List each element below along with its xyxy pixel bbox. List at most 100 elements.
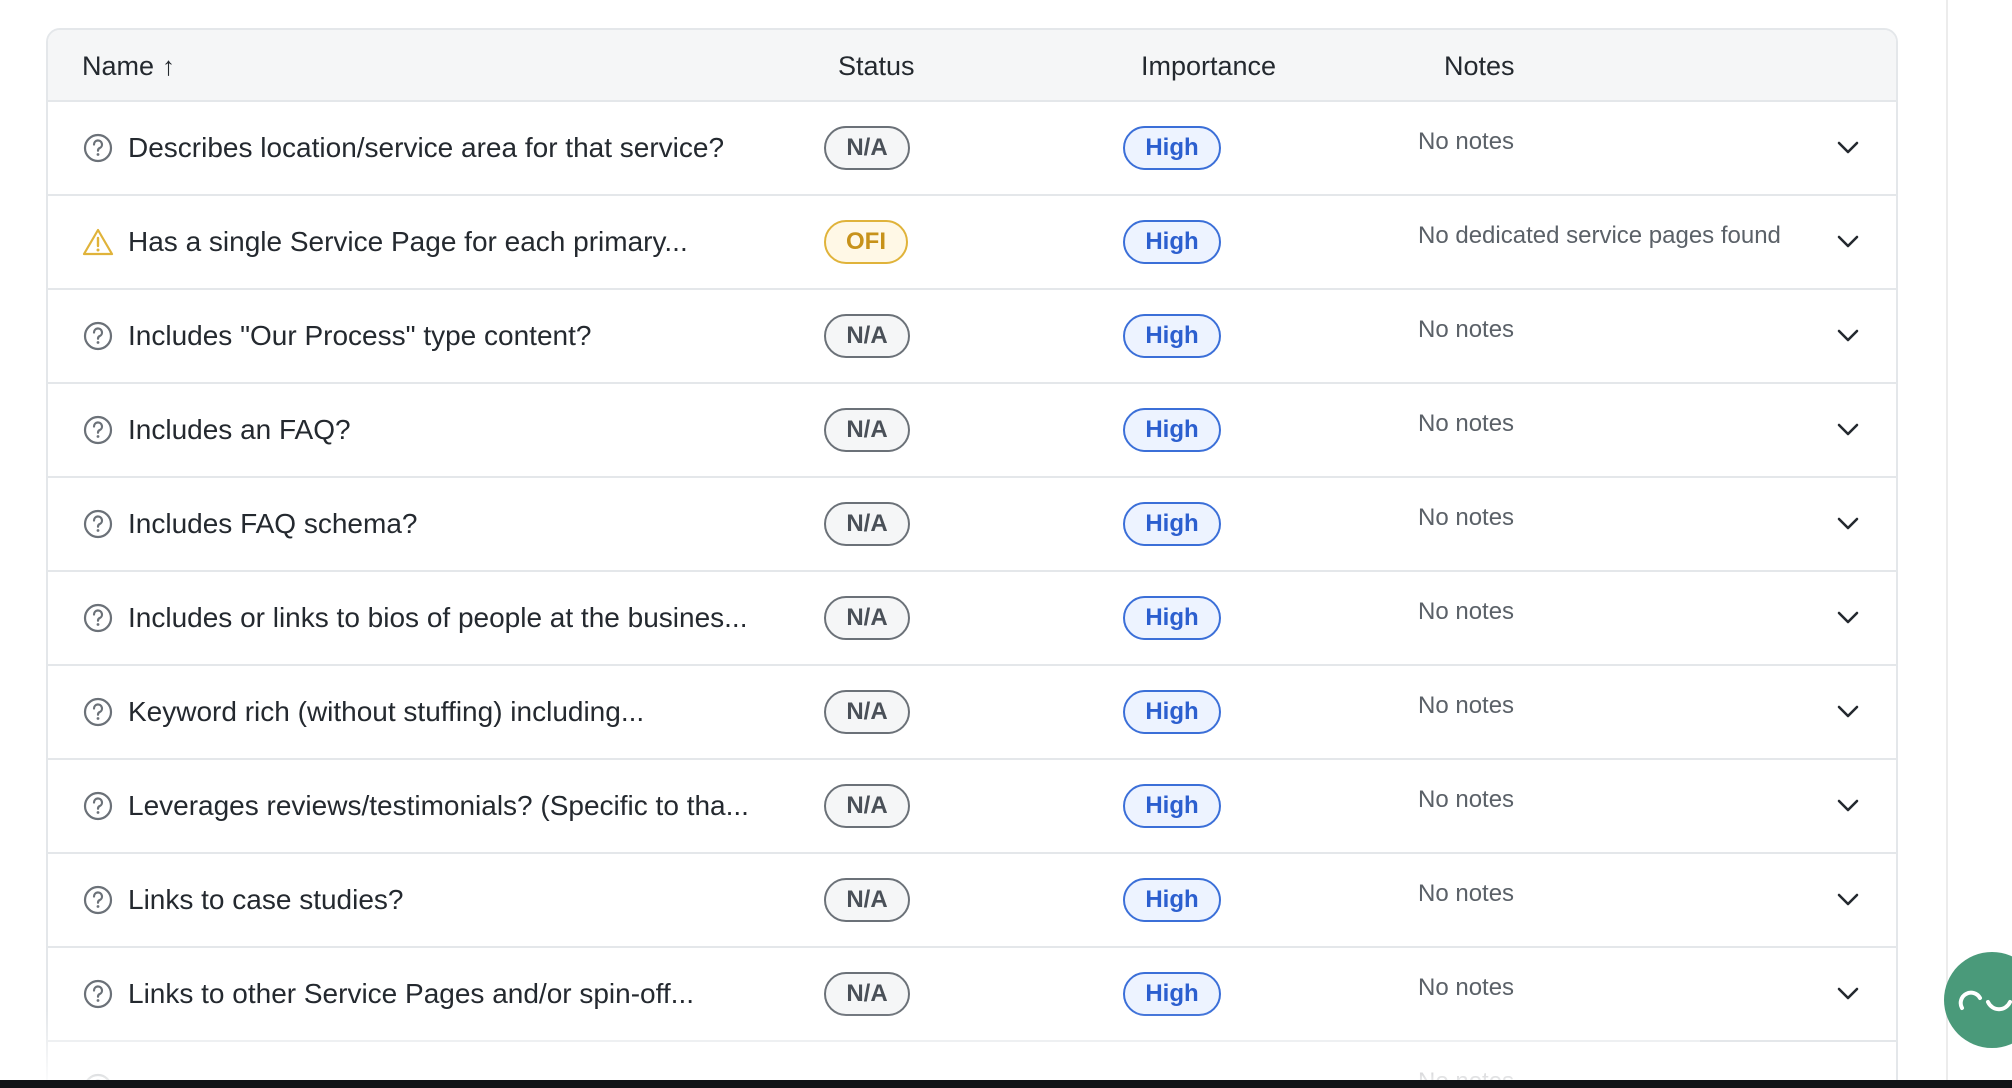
status-cell: N/A bbox=[824, 384, 910, 476]
panel-divider bbox=[1946, 0, 1948, 1080]
status-badge: N/A bbox=[824, 596, 910, 640]
help-circle-icon bbox=[82, 384, 114, 476]
row-name: Leverages reviews/testimonials? (Specifi… bbox=[128, 790, 749, 821]
importance-badge: High bbox=[1123, 972, 1221, 1016]
help-circle-icon bbox=[82, 102, 114, 194]
chevron-down-icon[interactable] bbox=[1832, 290, 1864, 382]
row-notes: No notes bbox=[1418, 504, 1515, 531]
row-notes: No notes bbox=[1418, 880, 1515, 907]
chevron-down-icon[interactable] bbox=[1832, 196, 1864, 288]
importance-badge: High bbox=[1123, 596, 1221, 640]
status-cell: OFI bbox=[824, 196, 908, 288]
row-name: Includes FAQ schema? bbox=[128, 508, 418, 539]
row-name: Keyword rich (without stuffing) includin… bbox=[128, 696, 645, 727]
row-notes: No notes bbox=[1418, 786, 1515, 813]
status-badge: N/A bbox=[824, 126, 910, 170]
importance-badge: High bbox=[1123, 220, 1221, 264]
importance-cell: High bbox=[1123, 948, 1221, 1040]
column-header-name[interactable]: Name ↑ bbox=[82, 30, 175, 102]
status-badge: N/A bbox=[824, 690, 910, 734]
smiley-face-icon bbox=[1958, 990, 2012, 1012]
importance-cell: High bbox=[1123, 572, 1221, 664]
row-notes: No notes bbox=[1418, 974, 1515, 1001]
column-header-status[interactable]: Status bbox=[838, 30, 915, 102]
row-notes: No notes bbox=[1418, 598, 1515, 625]
status-cell: N/A bbox=[824, 290, 910, 382]
status-badge: N/A bbox=[824, 878, 910, 922]
importance-cell: High bbox=[1123, 102, 1221, 194]
importance-cell: High bbox=[1123, 854, 1221, 946]
status-cell: N/A bbox=[824, 102, 910, 194]
chevron-down-icon[interactable] bbox=[1832, 384, 1864, 476]
row-name: Links to case studies? bbox=[128, 884, 404, 915]
help-circle-icon bbox=[82, 948, 114, 1040]
row-notes: No notes bbox=[1418, 128, 1515, 155]
bottom-edge-bar bbox=[0, 1080, 2012, 1088]
chevron-down-icon[interactable] bbox=[1832, 478, 1864, 570]
sort-ascending-icon: ↑ bbox=[162, 50, 176, 81]
table-row[interactable]: Links to case studies? N/A High No notes bbox=[48, 854, 1896, 948]
row-notes: No notes bbox=[1418, 692, 1515, 719]
status-cell: N/A bbox=[824, 666, 910, 758]
importance-cell: High bbox=[1123, 666, 1221, 758]
importance-cell: High bbox=[1123, 760, 1221, 852]
importance-badge: High bbox=[1123, 878, 1221, 922]
table-row[interactable]: Includes FAQ schema? N/A High No notes bbox=[48, 478, 1896, 572]
table-row[interactable]: Keyword rich (without stuffing) includin… bbox=[48, 666, 1896, 760]
column-header-notes[interactable]: Notes bbox=[1444, 30, 1515, 102]
chevron-down-icon[interactable] bbox=[1832, 572, 1864, 664]
chat-widget-button[interactable] bbox=[1944, 952, 2012, 1048]
status-badge: OFI bbox=[824, 220, 908, 264]
status-badge: N/A bbox=[824, 408, 910, 452]
status-badge: N/A bbox=[824, 972, 910, 1016]
row-name: Includes an FAQ? bbox=[128, 414, 351, 445]
status-cell: N/A bbox=[824, 760, 910, 852]
table-row[interactable]: Leverages reviews/testimonials? (Specifi… bbox=[48, 760, 1896, 854]
row-notes: No notes bbox=[1418, 316, 1515, 343]
warning-triangle-icon bbox=[82, 196, 114, 288]
chevron-down-icon[interactable] bbox=[1832, 102, 1864, 194]
status-badge: N/A bbox=[824, 314, 910, 358]
table-row[interactable]: Has a single Service Page for each prima… bbox=[48, 196, 1896, 290]
importance-cell: High bbox=[1123, 196, 1221, 288]
importance-cell: High bbox=[1123, 384, 1221, 476]
chevron-down-icon[interactable] bbox=[1832, 760, 1864, 852]
column-header-name-label: Name bbox=[82, 50, 155, 81]
help-circle-icon bbox=[82, 666, 114, 758]
help-circle-icon bbox=[82, 854, 114, 946]
status-cell: N/A bbox=[824, 572, 910, 664]
help-circle-icon bbox=[82, 572, 114, 664]
status-cell: N/A bbox=[824, 478, 910, 570]
status-badge: N/A bbox=[824, 784, 910, 828]
importance-badge: High bbox=[1123, 690, 1221, 734]
importance-cell: High bbox=[1123, 478, 1221, 570]
importance-badge: High bbox=[1123, 784, 1221, 828]
chevron-down-icon[interactable] bbox=[1832, 666, 1864, 758]
table-row[interactable]: Includes or links to bios of people at t… bbox=[48, 572, 1896, 666]
page: Name ↑ Status Importance Notes Describes… bbox=[0, 0, 2012, 1088]
status-cell: N/A bbox=[824, 948, 910, 1040]
importance-badge: High bbox=[1123, 126, 1221, 170]
row-name: Describes location/service area for that… bbox=[128, 132, 725, 163]
table-header: Name ↑ Status Importance Notes bbox=[48, 30, 1896, 102]
help-circle-icon bbox=[82, 478, 114, 570]
table-row[interactable]: Includes an FAQ? N/A High No notes bbox=[48, 384, 1896, 478]
table-row[interactable]: Describes location/service area for that… bbox=[48, 102, 1896, 196]
row-name: Includes or links to bios of people at t… bbox=[128, 602, 748, 633]
row-name: Links to other Service Pages and/or spin… bbox=[128, 978, 695, 1009]
table-body: Describes location/service area for that… bbox=[48, 102, 1896, 1088]
row-notes: No notes bbox=[1418, 410, 1515, 437]
table-row[interactable]: Includes "Our Process" type content? N/A… bbox=[48, 290, 1896, 384]
chevron-down-icon[interactable] bbox=[1832, 948, 1864, 1040]
help-circle-icon bbox=[82, 290, 114, 382]
importance-cell: High bbox=[1123, 290, 1221, 382]
row-name: Has a single Service Page for each prima… bbox=[128, 226, 688, 257]
status-cell: N/A bbox=[824, 854, 910, 946]
status-badge: N/A bbox=[824, 502, 910, 546]
help-circle-icon bbox=[82, 760, 114, 852]
chevron-down-icon[interactable] bbox=[1832, 854, 1864, 946]
table-row[interactable]: Links to other Service Pages and/or spin… bbox=[48, 948, 1896, 1042]
importance-badge: High bbox=[1123, 502, 1221, 546]
importance-badge: High bbox=[1123, 314, 1221, 358]
column-header-importance[interactable]: Importance bbox=[1141, 30, 1276, 102]
